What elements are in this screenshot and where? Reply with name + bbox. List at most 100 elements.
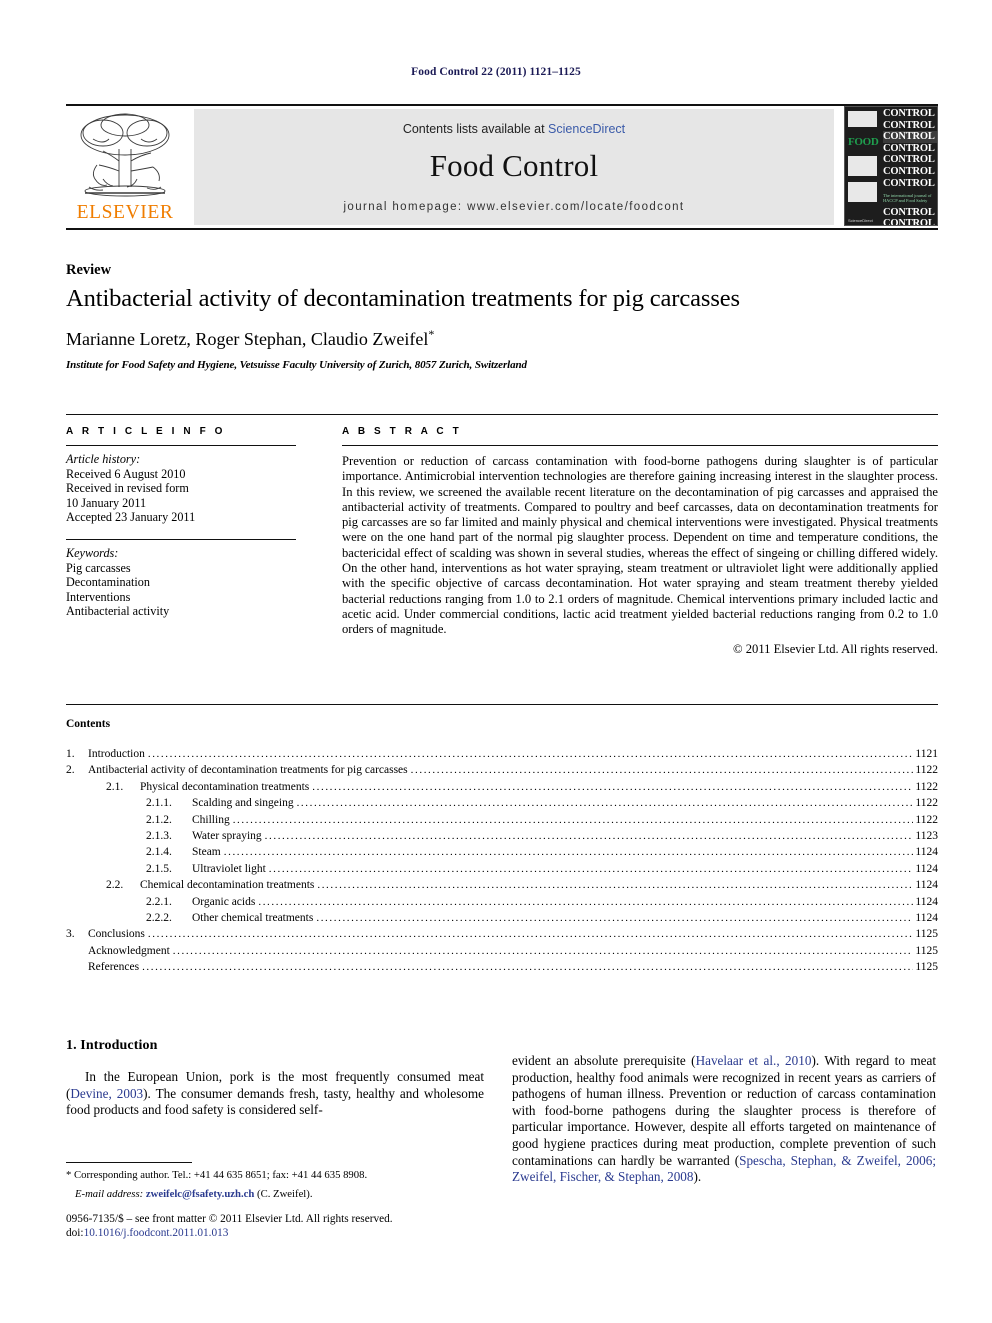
toc-entry[interactable]: 2. Antibacterial activity of decontaminat… [66,762,938,778]
abstract-text: Prevention or reduction of carcass conta… [342,454,938,637]
toc-entry-number: 2.1.5. [146,862,172,875]
toc-leader-dots: ........................................… [268,862,914,875]
toc-entry-page: 1122 [915,797,938,810]
cover-control-word: CONTROL [883,131,937,143]
toc-entry[interactable]: 2.1. Physical decontamination treatments.… [66,779,938,795]
masthead-bottom-rule [66,228,938,230]
running-head: Food Control 22 (2011) 1121–1125 [411,66,581,78]
cover-image-box-2 [848,182,877,203]
toc-entry-page: 1125 [915,944,938,957]
toc-entry[interactable]: 2.1.5. Ultraviolet light.................… [66,861,938,877]
article-type-label: Review [66,262,112,278]
citation-link[interactable]: Devine, 2003 [70,1086,143,1101]
abstract-column: A B S T R A C T Prevention or reduction … [342,414,938,657]
toc-entry-label: Scalding and singeing [192,797,294,810]
journal-masthead: ELSEVIER Contents lists available at Sci… [66,104,938,230]
footnote-rule [66,1162,192,1163]
toc-entry[interactable]: References..............................… [66,959,938,975]
toc-leader-dots: ........................................… [312,780,913,793]
toc-entry-page: 1124 [915,912,938,925]
toc-entry[interactable]: 2.1.2. Chilling..........................… [66,812,938,828]
toc-entry-page: 1125 [915,928,938,941]
toc-entry-page: 1124 [915,862,938,875]
toc-entry-label: Organic acids [192,895,256,908]
toc-entry-label: References [88,961,140,974]
doi-link[interactable]: 10.1016/j.foodcont.2011.01.013 [84,1227,229,1239]
article-info-column: A R T I C L E I N F O Article history: R… [66,414,296,619]
toc-entry-page: 1123 [915,830,938,843]
toc-entry[interactable]: 2.1.3. Water spraying....................… [66,828,938,844]
keyword-item: Decontamination [66,575,150,590]
article-history-item: Received 6 August 2010 [66,466,186,481]
toc-entry[interactable]: 2.1.1. Scalding and singeing.............… [66,795,938,811]
cover-control-word: CONTROL [883,108,935,119]
toc-leader-dots: ........................................… [316,912,913,925]
sciencedirect-link[interactable]: ScienceDirect [548,122,625,136]
toc-entry-label: Antibacterial activity of decontaminatio… [88,764,408,777]
intro-paragraph-left: In the European Union, pork is the most … [66,1069,484,1119]
toc-entry[interactable]: 2.2.1. Organic acids.....................… [66,894,938,910]
toc-entry-label: Conclusions [88,928,145,941]
masthead-top-rule [66,104,938,106]
toc-leader-dots: ........................................… [147,928,914,941]
keywords-label: Keywords: [66,545,119,560]
intro-text-part3: ). [693,1169,702,1185]
paper-page: Food Control 22 (2011) 1121–1125 ELSEVIE… [0,0,992,1323]
email-address-link[interactable]: zweifelc@fsafety.uzh.ch [146,1188,254,1200]
toc-entry[interactable]: 3. Conclusions...........................… [66,926,938,942]
article-info-heading: A R T I C L E I N F O [66,426,226,437]
toc-entry-number: 2.1.1. [146,797,172,810]
cover-control-word: CONTROL [883,119,935,131]
cover-subtitle: The international journal of HACCP and F… [883,193,932,204]
cover-mini-text-a [847,150,881,154]
toc-entry-number: 2.1. [106,780,124,793]
abstract-copyright: © 2011 Elsevier Ltd. All rights reserved… [733,641,938,656]
cover-control-word: CONTROL [883,177,935,189]
journal-homepage-link[interactable]: journal homepage: www.elsevier.com/locat… [194,201,834,213]
toc-entry-page: 1124 [915,895,938,908]
cover-image-box-1 [848,156,877,177]
contents-available-line: Contents lists available at ScienceDirec… [194,109,834,136]
cover-left-column: FOOD [847,109,881,225]
cover-control-word: CONTROL [883,142,935,154]
intro-text-part1: evident an absolute prerequisite ( [512,1053,696,1068]
toc-entry-page: 1122 [915,813,938,826]
toc-leader-dots: ........................................… [258,895,913,908]
toc-entry-page: 1124 [915,846,938,859]
toc-entry[interactable]: 2.1.4. Steam.............................… [66,844,938,860]
toc-entry-page: 1124 [915,879,938,892]
toc-entry-number: 1. [66,748,75,760]
toc-entry[interactable]: 1. Introduction..........................… [66,746,938,762]
toc-entry-number: 2.2.2. [146,912,172,925]
toc-entry-label: Other chemical treatments [192,912,314,925]
toc-entry-label: Introduction [88,748,145,760]
article-history-label: Article history: [66,452,141,466]
corresponding-author-marker: * [428,327,435,341]
article-history-item: Received in revised form [66,481,189,496]
elsevier-wordmark: ELSEVIER [76,202,174,223]
toc-entry[interactable]: 2.2. Chemical decontamination treatments.… [66,877,938,893]
author-names: Marianne Loretz, Roger Stephan, Claudio … [66,329,429,349]
issn-front-matter-line: 0956-7135/$ – see front matter © 2011 El… [66,1213,393,1225]
citation-link[interactable]: Havelaar et al., 2010 [696,1053,812,1068]
elsevier-logo: ELSEVIER [66,109,184,225]
cover-control-word: CONTROL [883,218,935,226]
cover-control-word: CONTROL [883,206,935,218]
author-list: Marianne Loretz, Roger Stephan, Claudio … [66,327,936,350]
article-history-item: Accepted 23 January 2011 [66,510,196,525]
toc-entry-page: 1121 [915,748,938,760]
keyword-item: Interventions [66,589,131,604]
imprint-block: 0956-7135/$ – see front matter © 2011 El… [66,1212,526,1241]
cover-publisher-footer: ScienceDirect [848,218,873,223]
body-column-left: 1. Introduction In the European Union, p… [66,1038,484,1119]
cover-right-column: CONTROL CONTROL CONTROL CONTROL CONTROL … [883,108,937,226]
keyword-item: Pig carcasses [66,560,131,575]
toc-leader-dots: ........................................… [142,961,913,974]
article-history-item: 10 January 2011 [66,495,147,510]
keywords-list: Keywords: Pig carcasses Decontamination … [66,540,296,619]
corresponding-author-footnote: * Corresponding author. Tel.: +41 44 635… [66,1162,484,1202]
toc-leader-dots: ........................................… [147,748,914,760]
toc-entry[interactable]: Acknowledgment..........................… [66,943,938,959]
toc-entry[interactable]: 2.2.2. Other chemical treatments.........… [66,910,938,926]
toc-entry-number: 2.1.3. [146,830,172,843]
